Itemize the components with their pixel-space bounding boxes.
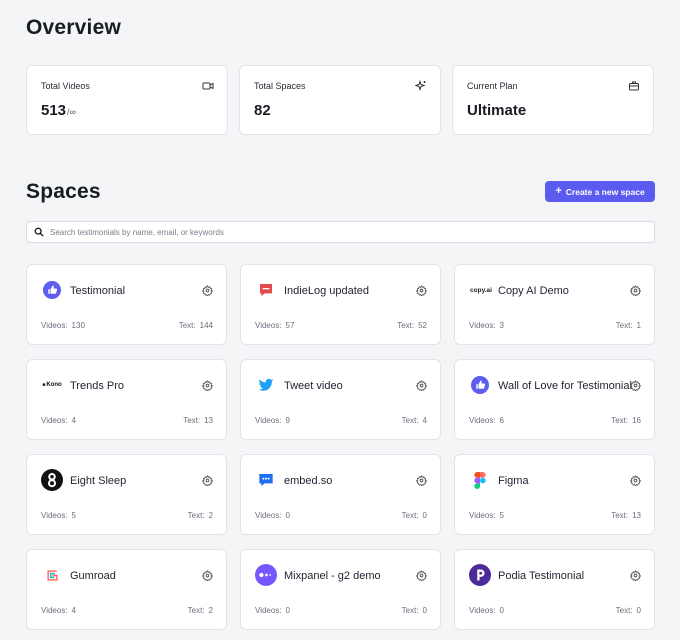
gear-icon[interactable] <box>630 570 641 581</box>
text-count: Text: 0 <box>401 511 427 520</box>
space-name: Eight Sleep <box>70 475 127 487</box>
text-count: Text: 13 <box>183 416 213 425</box>
kono-logo-text: Kono <box>46 382 62 388</box>
videos-count: Videos: 0 <box>255 511 290 520</box>
mixpanel-logo <box>255 564 277 586</box>
space-name: Testimonial <box>70 285 126 297</box>
plus-icon: + <box>555 185 562 197</box>
videos-count: Videos: 6 <box>469 416 504 425</box>
search-input[interactable] <box>50 227 610 237</box>
create-space-button[interactable]: + Create a new space <box>545 181 655 202</box>
text-count: Text: 0 <box>615 606 641 615</box>
text-count: Text: 52 <box>397 321 427 330</box>
gear-icon[interactable] <box>202 475 213 486</box>
space-name: Tweet video <box>284 380 343 392</box>
space-card[interactable]: Figma Videos: 5 Text: 13 <box>454 454 655 535</box>
gear-icon[interactable] <box>630 475 641 486</box>
gumroad-logo <box>41 564 63 586</box>
space-name: IndieLog updated <box>284 285 370 297</box>
space-card[interactable]: IndieLog updated Videos: 57 Text: 52 <box>240 264 441 345</box>
space-name: Copy AI Demo <box>498 285 569 297</box>
space-name: embed.so <box>284 475 333 487</box>
text-count: Text: 16 <box>611 416 641 425</box>
space-name: Figma <box>498 475 529 487</box>
videos-count: Videos: 57 <box>255 321 295 330</box>
videos-count: Videos: 4 <box>41 416 76 425</box>
space-name: Gumroad <box>70 570 116 582</box>
text-count: Text: 2 <box>187 511 213 520</box>
text-count: Text: 144 <box>178 321 213 330</box>
search-icon <box>34 227 44 237</box>
figma-logo <box>469 469 491 491</box>
create-space-label: Create a new space <box>565 186 645 197</box>
stat-label: Total Spaces <box>254 81 306 91</box>
text-count: Text: 2 <box>187 606 213 615</box>
videos-count: Videos: 4 <box>41 606 76 615</box>
thumbs-up-logo <box>41 279 63 301</box>
videos-count: Videos: 0 <box>469 606 504 615</box>
gear-icon[interactable] <box>416 380 427 391</box>
thumbs-up-logo <box>469 374 491 396</box>
space-card[interactable]: Mixpanel - g2 demo Videos: 0 Text: 0 <box>240 549 441 630</box>
text-count: Text: 4 <box>401 416 427 425</box>
videos-count: Videos: 130 <box>41 321 85 330</box>
videos-count: Videos: 3 <box>469 321 504 330</box>
space-card[interactable]: Wall of Love for Testimonial Videos: 6 Te… <box>454 359 655 440</box>
videos-count: Videos: 5 <box>469 511 504 520</box>
space-card[interactable]: Tweet video Videos: 9 Text: 4 <box>240 359 441 440</box>
copy-ai-logo: copy.ai <box>467 279 495 301</box>
stat-label: Current Plan <box>467 81 518 91</box>
twitter-bird-logo <box>255 374 277 396</box>
copy-ai-logo-text: copy.ai <box>470 286 492 294</box>
stat-card-total-videos: Total Videos 513/∞ <box>26 65 228 135</box>
gear-icon[interactable] <box>630 380 641 391</box>
overview-title: Overview <box>26 16 121 39</box>
eight-sleep-logo <box>41 469 63 491</box>
gear-icon[interactable] <box>202 380 213 391</box>
videos-count: Videos: 5 <box>41 511 76 520</box>
stat-card-total-spaces: Total Spaces 82 <box>239 65 441 135</box>
space-name: Podia Testimonial <box>498 570 585 582</box>
text-count: Text: 1 <box>615 321 641 330</box>
video-icon <box>202 82 214 90</box>
space-name: Mixpanel - g2 demo <box>284 570 381 582</box>
stat-card-current-plan: Current Plan Ultimate <box>452 65 654 135</box>
space-card[interactable]: Gumroad Videos: 4 Text: 2 <box>26 549 227 630</box>
kono-logo: ■ Kono <box>39 374 65 396</box>
space-name: Trends Pro <box>70 380 125 392</box>
gear-icon[interactable] <box>416 285 427 296</box>
space-card[interactable]: ■ Kono Trends Pro Videos: 4 Text: 13 <box>26 359 227 440</box>
text-count: Text: 13 <box>611 511 641 520</box>
videos-count: Videos: 9 <box>255 416 290 425</box>
space-card[interactable]: Eight Sleep Videos: 5 Text: 2 <box>26 454 227 535</box>
gear-icon[interactable] <box>416 475 427 486</box>
gear-icon[interactable] <box>202 570 213 581</box>
podia-logo <box>469 564 491 586</box>
spaces-title: Spaces <box>26 180 101 203</box>
space-card[interactable]: Podia Testimonial Videos: 0 Text: 0 <box>454 549 655 630</box>
stat-value: 513/∞ <box>41 102 76 119</box>
stat-value: 82 <box>254 102 271 119</box>
stat-label: Total Videos <box>41 81 90 91</box>
kono-mark-icon: ■ <box>42 382 46 388</box>
space-card[interactable]: copy.ai Copy AI Demo Videos: 3 Text: 1 <box>454 264 655 345</box>
gear-icon[interactable] <box>416 570 427 581</box>
videos-count: Videos: 0 <box>255 606 290 615</box>
gear-icon[interactable] <box>630 285 641 296</box>
chat-bubble-logo <box>255 279 277 301</box>
search-bar <box>26 221 655 243</box>
space-name: Wall of Love for Testimonial <box>498 380 632 392</box>
gear-icon[interactable] <box>202 285 213 296</box>
briefcase-icon <box>629 81 639 91</box>
sparkle-icon <box>415 80 426 92</box>
text-count: Text: 0 <box>401 606 427 615</box>
space-card[interactable]: Testimonial Videos: 130 Text: 144 <box>26 264 227 345</box>
stat-value-suffix: /∞ <box>67 107 76 117</box>
stat-value: Ultimate <box>467 102 527 119</box>
space-card[interactable]: embed.so Videos: 0 Text: 0 <box>240 454 441 535</box>
embed-chat-logo <box>255 469 277 491</box>
